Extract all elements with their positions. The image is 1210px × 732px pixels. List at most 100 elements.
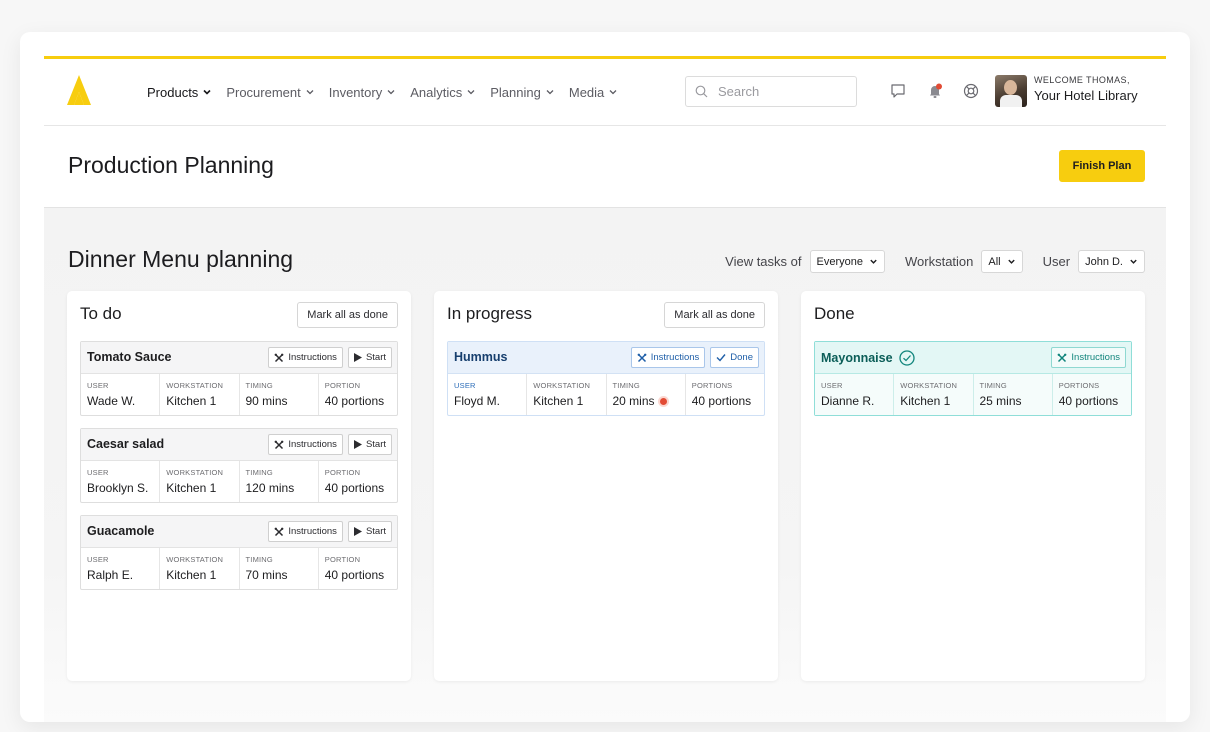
field-portion: PORTIONS 40 portions [1053,374,1131,415]
user-filter-label: User [1042,254,1071,269]
field-workstation: WORKSTATION Kitchen 1 [160,548,240,589]
search-box[interactable] [685,76,857,107]
chat-icon[interactable] [889,82,907,100]
instructions-label: Instructions [650,352,700,363]
field-value: Kitchen 1 [166,568,217,582]
start-label: Start [365,352,386,363]
menu-media[interactable]: Media [569,85,618,100]
field-value: Brooklyn S. [87,481,149,495]
field-label: TIMING [245,468,273,477]
instructions-label: Instructions [288,352,337,363]
filters-bar: View tasks of Everyone Workstation All U… [725,250,1145,273]
avatar-coat [1000,95,1022,107]
menu-planning[interactable]: Planning [490,85,555,100]
instructions-label: Instructions [1071,352,1120,363]
instructions-button[interactable]: Instructions [630,347,706,368]
view-tasks-label: View tasks of [725,254,802,269]
field-label: WORKSTATION [166,468,224,477]
field-portion: PORTION 40 portions [319,461,397,502]
start-label: Start [365,439,386,450]
menu-inventory[interactable]: Inventory [329,85,396,100]
column-done: Done Mayonnaise Instructions USER Dianne… [801,291,1145,681]
field-user: USER Brooklyn S. [81,461,161,502]
logo-icon[interactable] [67,75,91,105]
field-label: PORTION [324,381,361,390]
card-header: Mayonnaise Instructions [815,342,1131,374]
check-circle-icon [898,350,915,366]
view-tasks-select[interactable]: Everyone [809,250,885,273]
menu-analytics[interactable]: Analytics [410,85,476,100]
menu-products[interactable]: Products [147,85,212,100]
field-label: PORTIONS [691,381,733,390]
workstation-select[interactable]: All [981,250,1023,273]
user-select[interactable]: John D. [1078,250,1145,273]
column-in-progress: In progress Mark all as done Hummus Inst… [434,291,778,681]
card-actions: Instructions Start [268,347,392,368]
field-label: USER [87,468,109,477]
task-name-wrap: Mayonnaise [821,350,915,366]
task-card[interactable]: Mayonnaise Instructions USER Dianne R. WO… [814,341,1132,416]
field-timing: TIMING 90 mins [240,374,319,415]
start-button[interactable]: Start [347,434,392,455]
field-user: USER Wade W. [81,374,161,415]
search-input[interactable] [716,83,850,100]
start-button[interactable]: Start [347,347,392,368]
task-card[interactable]: Hummus Instructions Done USER Floyd M. W… [447,341,765,416]
task-card[interactable]: Caesar salad Instructions Start USER Broo [80,428,398,503]
instructions-button[interactable]: Instructions [268,521,343,542]
chevron-down-icon [609,90,617,95]
field-value: 90 mins [245,394,288,408]
library-name: Your Hotel Library [1034,88,1138,103]
mark-all-done-button[interactable]: Mark all as done [297,302,398,328]
field-workstation: WORKSTATION Kitchen 1 [527,374,607,415]
task-name: Guacamole [87,524,155,538]
field-value: Dianne R. [821,394,875,408]
field-label: USER [87,381,109,390]
instructions-label: Instructions [288,526,337,537]
field-timing-value: 20 mins [613,394,685,408]
finish-plan-button[interactable]: Finish Plan [1059,150,1145,182]
avatar[interactable] [995,75,1027,107]
card-header: Tomato Sauce Instructions Start [81,342,397,374]
welcome-block[interactable]: WELCOME THOMAS, Your Hotel Library [1034,75,1138,103]
main-menu: Products Procurement Inventory Analytics… [147,59,618,125]
instructions-button[interactable]: Instructions [1051,347,1126,368]
task-card[interactable]: Tomato Sauce Instructions Start USER Wade [80,341,398,416]
workstation-value: All [988,255,1001,268]
field-value: Kitchen 1 [166,481,217,495]
tools-icon [637,353,647,362]
field-value: 120 mins [245,481,295,495]
field-value: Wade W. [87,394,136,408]
done-button[interactable]: Done [710,347,759,368]
instructions-button[interactable]: Instructions [268,347,343,368]
card-actions: Instructions Start [268,434,392,455]
live-timer-dot [659,397,667,405]
start-label: Start [365,526,386,537]
planning-board: Dinner Menu planning View tasks of Every… [44,207,1166,722]
field-label: TIMING [245,555,273,564]
column-title: In progress [447,304,533,323]
bell-icon[interactable] [926,82,944,100]
card-fields: USER Wade W. WORKSTATION Kitchen 1 TIMING 9… [81,374,397,415]
check-icon [716,354,726,362]
field-label: USER [454,381,476,390]
mark-all-done-button[interactable]: Mark all as done [664,302,765,328]
field-value: Kitchen 1 [166,394,217,408]
chevron-down-icon [203,89,211,95]
card-fields: USER Brooklyn S. WORKSTATION Kitchen 1 TIM… [81,461,397,502]
card-actions: Instructions [1051,347,1126,368]
avatar-face [1004,80,1017,95]
help-icon[interactable] [962,82,980,100]
menu-procurement[interactable]: Procurement [226,85,314,100]
chevron-down-icon [870,259,877,264]
task-card[interactable]: Guacamole Instructions Start USER Ralph E [80,515,398,590]
field-value: Kitchen 1 [900,394,951,408]
chevron-down-icon [387,90,395,95]
menu-procurement-label: Procurement [226,84,301,100]
tools-icon [1058,353,1067,362]
field-timing: TIMING 20 mins [607,374,686,415]
done-label: Done [730,352,753,363]
field-value: 40 portions [1058,394,1119,408]
start-button[interactable]: Start [347,521,392,542]
instructions-button[interactable]: Instructions [268,434,343,455]
